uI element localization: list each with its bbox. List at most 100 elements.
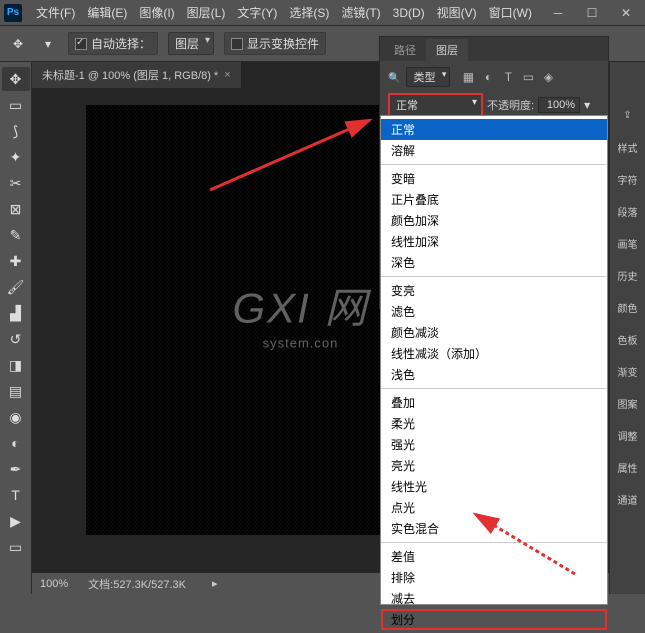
shape-tool[interactable]: ▭ — [2, 535, 30, 559]
layer-filter-row: 类型 ▦ ◐ T ▭ ◈ — [388, 67, 600, 87]
menu-view[interactable]: 视图(V) — [431, 4, 483, 21]
path-select-tool[interactable]: ▶ — [2, 509, 30, 533]
dodge-tool[interactable]: ◐ — [2, 431, 30, 455]
blend-opt-darker[interactable]: 深色 — [381, 252, 607, 273]
menu-filter[interactable]: 滤镜(T) — [335, 4, 386, 21]
move-tool-icon: ✥ — [8, 34, 28, 54]
menu-layer[interactable]: 图层(L) — [181, 4, 232, 21]
menu-text[interactable]: 文字(Y) — [231, 4, 283, 21]
auto-select-checkbox[interactable] — [75, 38, 87, 50]
frame-tool[interactable]: ⊠ — [2, 197, 30, 221]
move-tool[interactable]: ✥ — [2, 67, 30, 91]
blend-opt-darken[interactable]: 变暗 — [381, 168, 607, 189]
gradient-tool[interactable]: ▤ — [2, 379, 30, 403]
blend-opt-colordodge[interactable]: 颜色减淡 — [381, 322, 607, 343]
auto-select-label: 自动选择： — [91, 35, 151, 52]
quick-select-tool[interactable]: ✦ — [2, 145, 30, 169]
menu-image[interactable]: 图像(I) — [133, 4, 180, 21]
document-tab-title: 未标题-1 @ 100% (图层 1, RGB/8) * — [42, 67, 218, 83]
eraser-tool[interactable]: ◨ — [2, 353, 30, 377]
blend-opt-colorburn[interactable]: 颜色加深 — [381, 210, 607, 231]
ps-logo-icon: Ps — [4, 4, 22, 22]
blend-opt-linearlight[interactable]: 线性光 — [381, 476, 607, 497]
dock-history[interactable]: 历史 — [613, 262, 643, 288]
status-chevron-icon[interactable] — [206, 577, 218, 590]
auto-select-target[interactable]: 图层 — [168, 32, 214, 55]
menu-file[interactable]: 文件(F) — [30, 4, 81, 21]
dock-swatch[interactable]: 色板 — [613, 326, 643, 352]
menu-select[interactable]: 选择(S) — [283, 4, 335, 21]
blend-opt-lineardodge[interactable]: 线性减淡（添加） — [381, 343, 607, 364]
blend-opt-vividlight[interactable]: 亮光 — [381, 455, 607, 476]
auto-select-group[interactable]: 自动选择： — [68, 32, 158, 55]
doc-size[interactable]: 文档:527.3K/527.3K — [88, 576, 186, 592]
blur-tool[interactable]: ◉ — [2, 405, 30, 429]
blend-opt-multiply[interactable]: 正片叠底 — [381, 189, 607, 210]
show-transform-checkbox[interactable] — [231, 38, 243, 50]
dock-pattern[interactable]: 图案 — [613, 390, 643, 416]
dock-color[interactable]: 颜色 — [613, 294, 643, 320]
dock-para[interactable]: 段落 — [613, 198, 643, 224]
filter-pixel-icon[interactable]: ▦ — [460, 69, 476, 85]
zoom-level[interactable]: 100% — [40, 578, 68, 590]
show-transform-group[interactable]: 显示变换控件 — [224, 32, 326, 55]
blend-opt-softlight[interactable]: 柔光 — [381, 413, 607, 434]
marquee-tool[interactable]: ▭ — [2, 93, 30, 117]
watermark: GXI 网 system.con — [232, 274, 368, 350]
maximize-button[interactable]: ☐ — [577, 3, 607, 23]
dock-brush[interactable]: 画笔 — [613, 230, 643, 256]
blend-opt-dissolve[interactable]: 溶解 — [381, 140, 607, 161]
options-chevron-icon[interactable]: ▾ — [38, 34, 58, 54]
filter-shape-icon[interactable]: ▭ — [520, 69, 536, 85]
filter-adjust-icon[interactable]: ◐ — [480, 69, 496, 85]
stamp-tool[interactable]: ▟ — [2, 301, 30, 325]
dock-style[interactable]: 样式 — [613, 134, 643, 160]
filter-type-icon[interactable]: T — [500, 69, 516, 85]
menu-window[interactable]: 窗口(W) — [483, 4, 538, 21]
blend-opt-hardlight[interactable]: 强光 — [381, 434, 607, 455]
dock-channel[interactable]: 通道 — [613, 486, 643, 512]
filter-smart-icon[interactable]: ◈ — [540, 69, 556, 85]
blend-opt-screen[interactable]: 滤色 — [381, 301, 607, 322]
eyedropper-tool[interactable]: ✎ — [2, 223, 30, 247]
blend-opt-lighten[interactable]: 变亮 — [381, 280, 607, 301]
blend-opt-normal[interactable]: 正常 — [381, 119, 607, 140]
opacity-label: 不透明度: — [487, 97, 534, 113]
dock-gradient[interactable]: 渐变 — [613, 358, 643, 384]
panel-tab-layers[interactable]: 图层 — [426, 39, 468, 61]
dock-prop[interactable]: 属性 — [613, 454, 643, 480]
document-tab-close-icon[interactable]: × — [224, 69, 230, 81]
dock-adjust[interactable]: 调整 — [613, 422, 643, 448]
menu-3d[interactable]: 3D(D) — [387, 6, 431, 20]
layers-panel: 路径 图层 类型 ▦ ◐ T ▭ ◈ 正常 不透明度: 100% ▾ 锁定: ▦… — [379, 36, 609, 309]
blend-opt-linearburn[interactable]: 线性加深 — [381, 231, 607, 252]
lasso-tool[interactable]: ⟆ — [2, 119, 30, 143]
window-controls: ─ ☐ ✕ — [543, 3, 641, 23]
blend-row: 正常 不透明度: 100% ▾ — [388, 93, 600, 117]
blend-opt-subtract[interactable]: 减去 — [381, 588, 607, 609]
brush-tool[interactable]: 🖌 — [2, 275, 30, 299]
dock-char[interactable]: 字符 — [613, 166, 643, 192]
pen-tool[interactable]: ✒ — [2, 457, 30, 481]
dock-share-icon[interactable]: ⇪ — [613, 102, 643, 128]
blend-opt-divide[interactable]: 划分 — [381, 609, 607, 630]
search-icon — [388, 70, 400, 84]
document-tab[interactable]: 未标题-1 @ 100% (图层 1, RGB/8) * × — [32, 62, 242, 88]
panel-tab-paths[interactable]: 路径 — [384, 39, 426, 61]
blend-mode-select[interactable]: 正常 — [388, 93, 483, 117]
blend-opt-lighter[interactable]: 浅色 — [381, 364, 607, 385]
history-brush-tool[interactable]: ↺ — [2, 327, 30, 351]
crop-tool[interactable]: ✂ — [2, 171, 30, 195]
menu-edit[interactable]: 编辑(E) — [81, 4, 133, 21]
annotation-arrow-1 — [200, 110, 400, 210]
blend-group-1: 正常 溶解 — [381, 116, 607, 165]
blend-opt-overlay[interactable]: 叠加 — [381, 392, 607, 413]
layer-filter-type[interactable]: 类型 — [406, 67, 450, 87]
heal-tool[interactable]: ✚ — [2, 249, 30, 273]
minimize-button[interactable]: ─ — [543, 3, 573, 23]
close-button[interactable]: ✕ — [611, 3, 641, 23]
opacity-value[interactable]: 100% — [538, 97, 580, 113]
opacity-chevron-icon[interactable]: ▾ — [584, 98, 590, 112]
watermark-big: GXI 网 — [232, 274, 368, 335]
type-tool[interactable]: T — [2, 483, 30, 507]
